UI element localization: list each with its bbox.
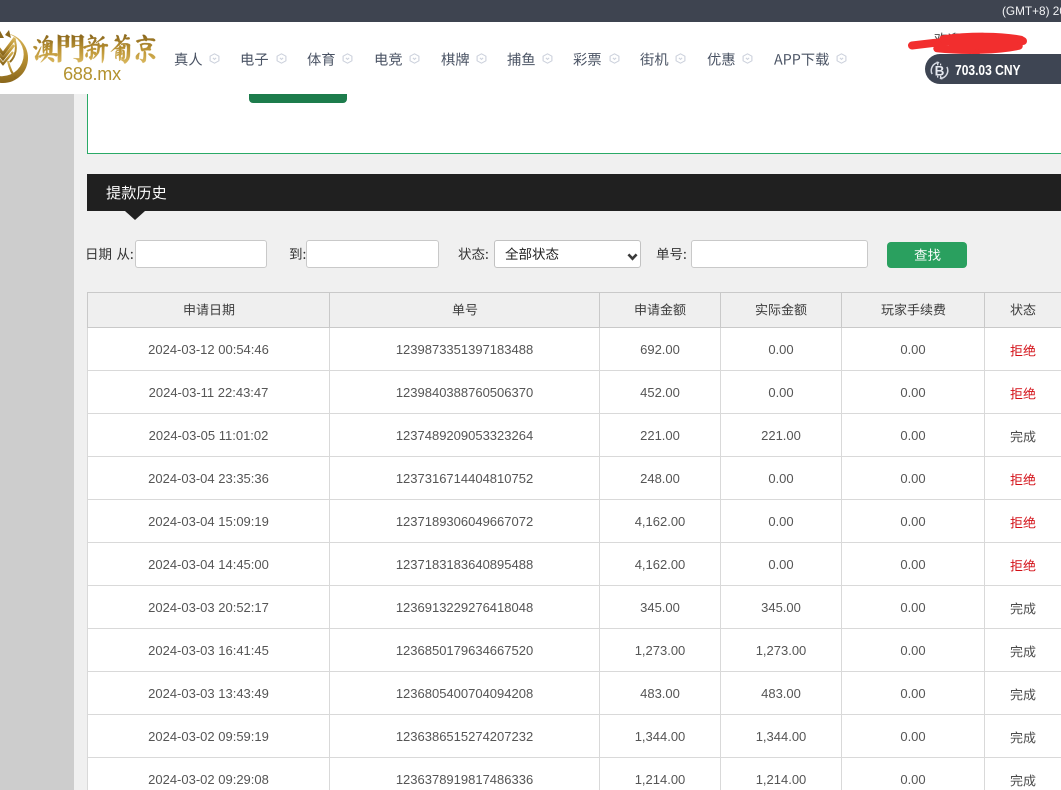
svg-text:B: B <box>935 63 945 78</box>
